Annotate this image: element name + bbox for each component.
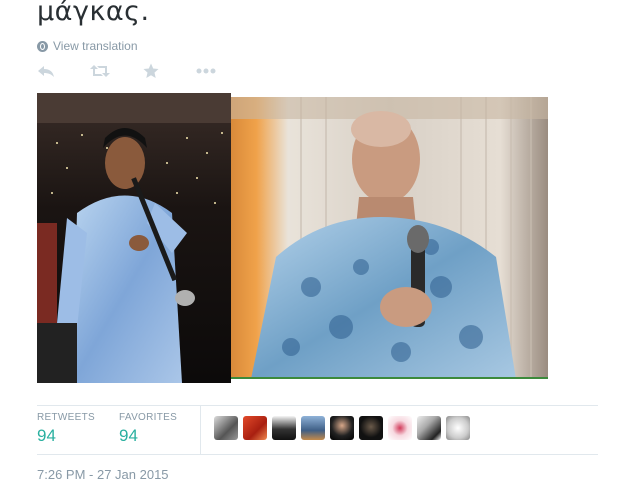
- avatar[interactable]: [214, 416, 238, 440]
- avatar[interactable]: [330, 416, 354, 440]
- reply-icon[interactable]: [37, 63, 55, 79]
- avatar[interactable]: [446, 416, 470, 440]
- view-translation-label: View translation: [53, 39, 138, 53]
- favorites-label: FAVORITES: [119, 412, 178, 423]
- avatar[interactable]: [243, 416, 267, 440]
- tweet-actions: [37, 63, 249, 79]
- favorites-stat[interactable]: FAVORITES 94: [119, 412, 177, 446]
- retweets-label: RETWEETS: [37, 412, 95, 423]
- photo-speaker: [231, 97, 548, 379]
- avatar[interactable]: [272, 416, 296, 440]
- avatar[interactable]: [388, 416, 412, 440]
- avatar[interactable]: [359, 416, 383, 440]
- favoriter-avatars: [214, 416, 470, 440]
- retweets-stat[interactable]: RETWEETS 94: [37, 412, 95, 446]
- more-icon[interactable]: [196, 63, 216, 79]
- retweet-icon[interactable]: [90, 63, 110, 79]
- tweet-timestamp[interactable]: 7:26 PM - 27 Jan 2015: [37, 467, 169, 482]
- favorite-icon[interactable]: [143, 63, 161, 79]
- avatar[interactable]: [301, 416, 325, 440]
- retweets-count: 94: [37, 426, 56, 445]
- globe-icon: [37, 40, 48, 52]
- favorites-count: 94: [119, 426, 138, 445]
- tweet-stats: RETWEETS 94 FAVORITES 94: [37, 405, 598, 455]
- avatar[interactable]: [417, 416, 441, 440]
- tweet-text: μάγκας.: [37, 0, 150, 27]
- tweet-photo[interactable]: [37, 93, 548, 383]
- photo-clarinetist: [37, 93, 231, 383]
- view-translation-link[interactable]: View translation: [37, 39, 138, 53]
- stats-divider: [200, 406, 201, 454]
